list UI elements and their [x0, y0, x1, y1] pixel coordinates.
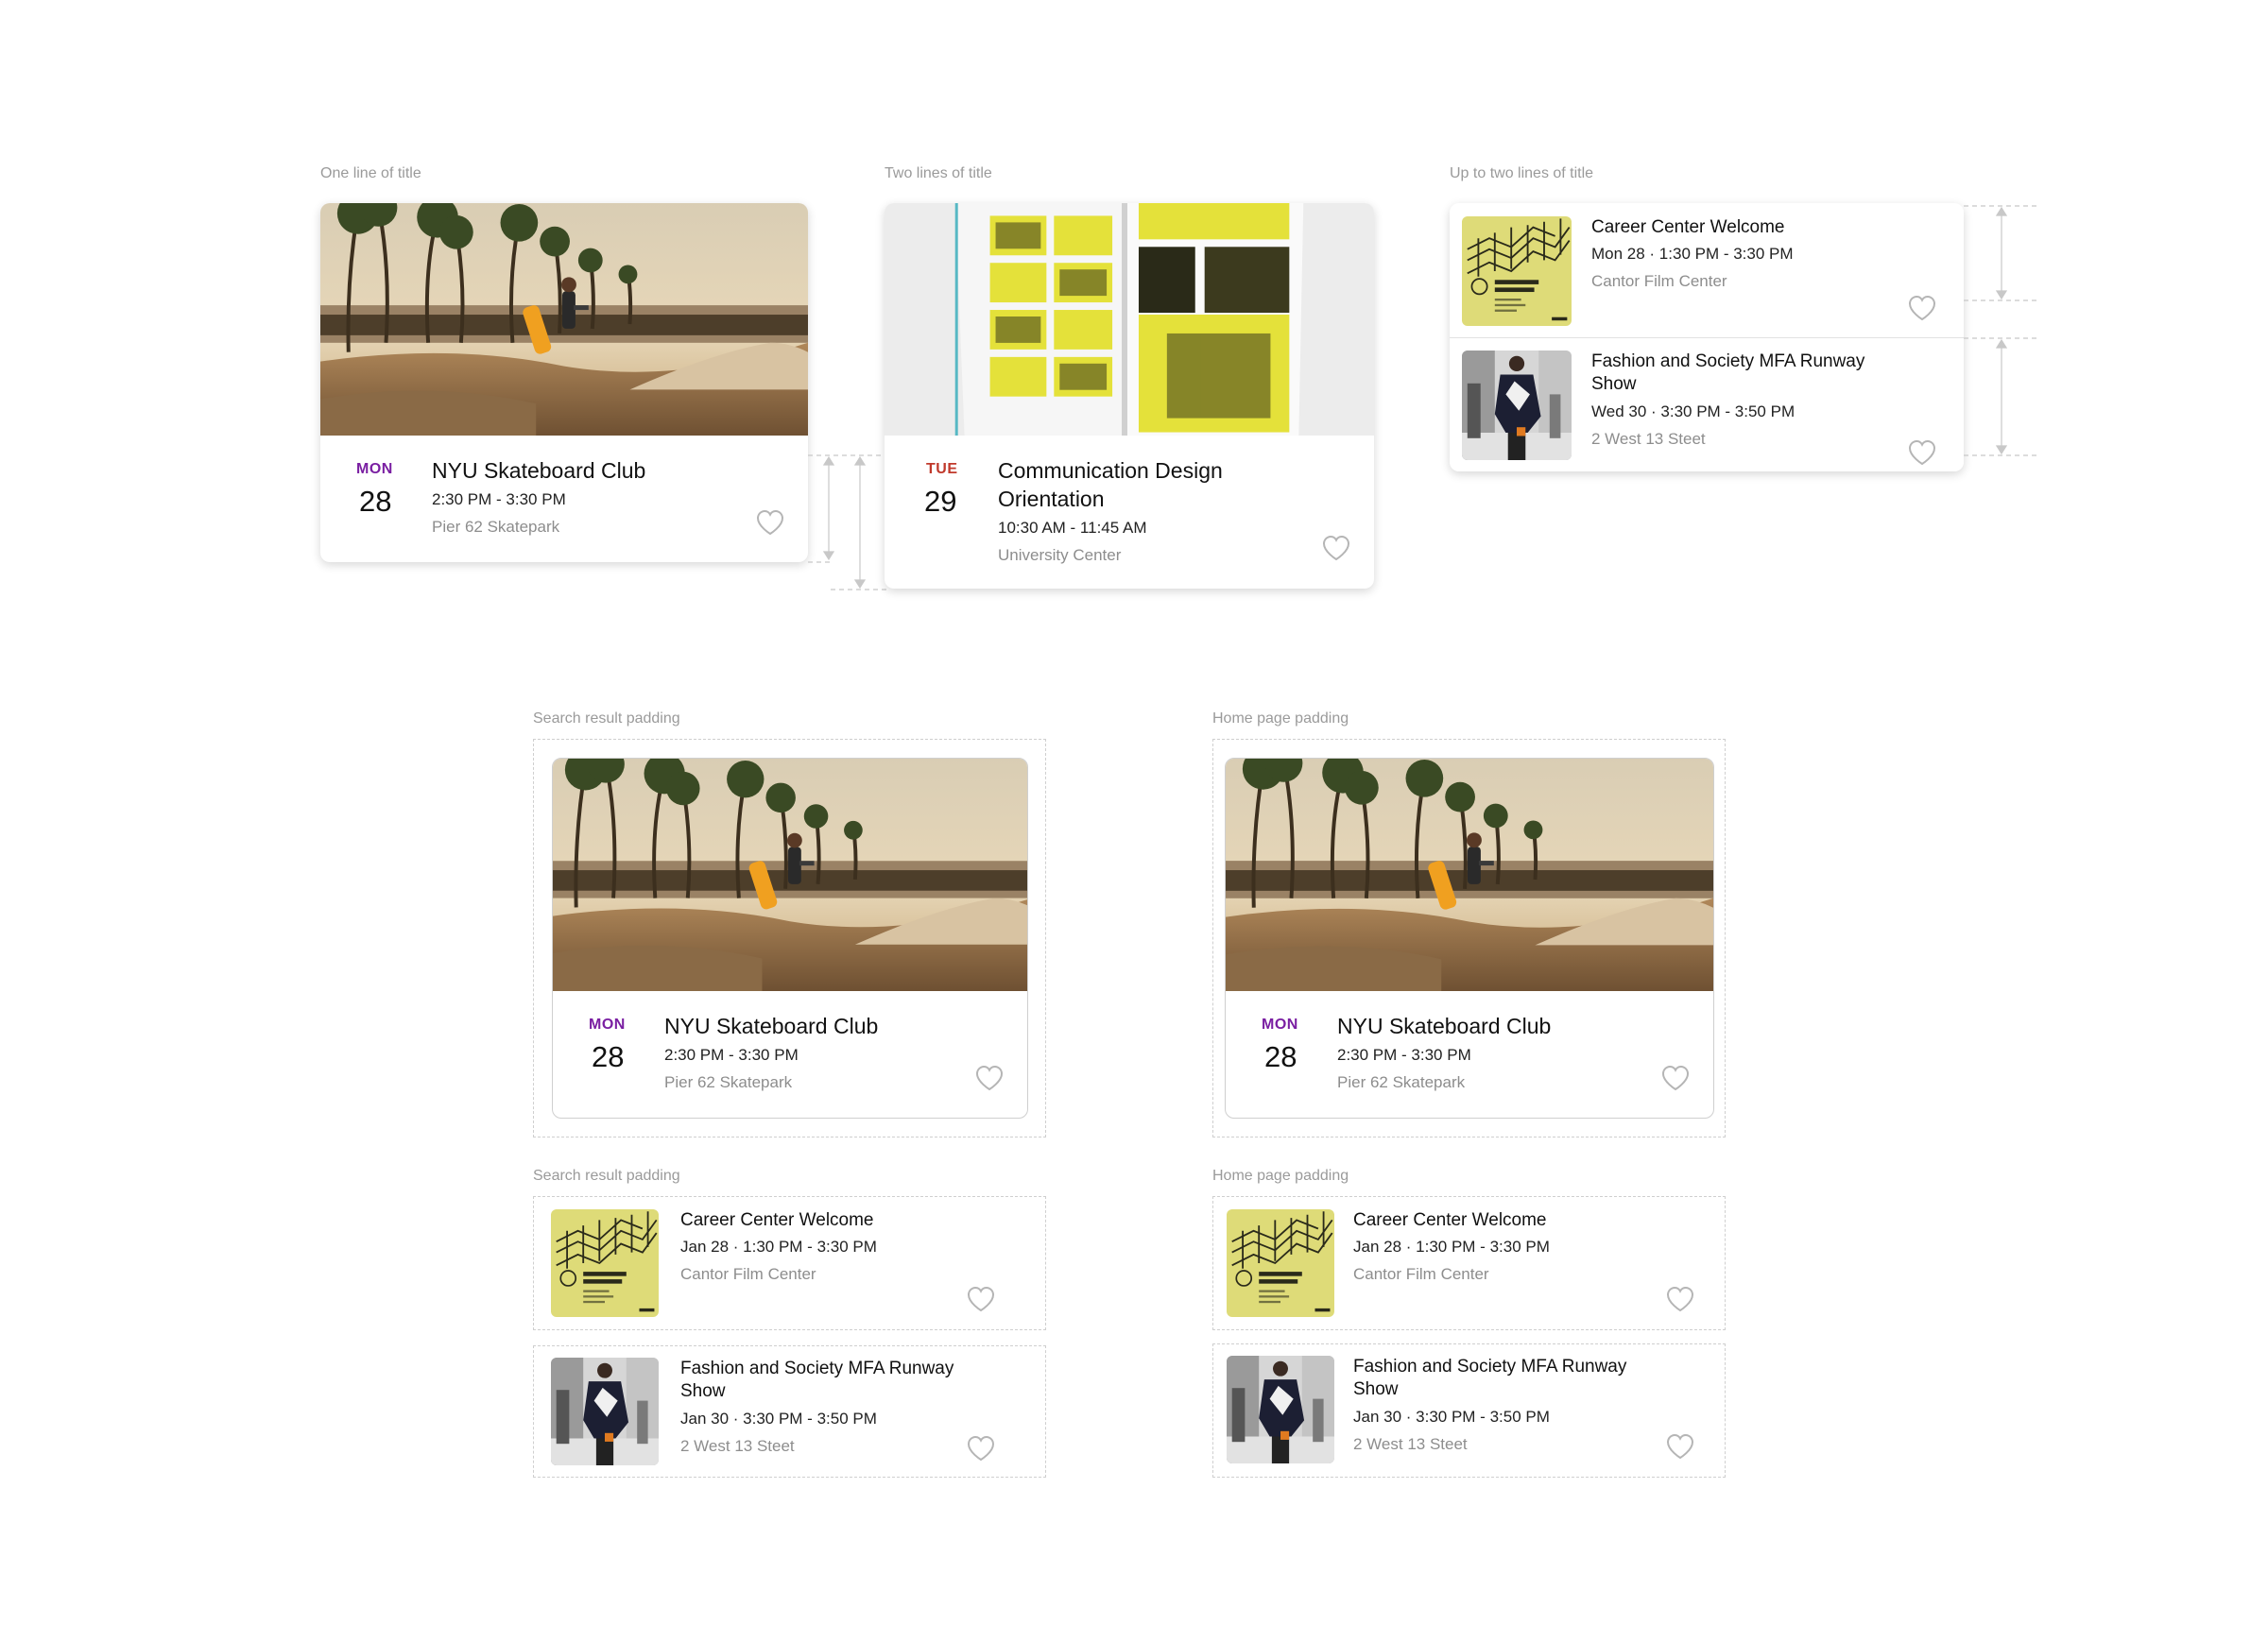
heart-icon[interactable] — [974, 1064, 1005, 1092]
heart-icon[interactable] — [966, 1434, 996, 1462]
event-title: Fashion and Society MFA Runway Show — [1353, 1357, 1627, 1399]
spacing-guide — [1964, 205, 2037, 456]
runway-model-photo — [551, 1358, 659, 1465]
list-item[interactable]: Career Center Welcome Jan 28 · 1:30 PM -… — [535, 1198, 1044, 1328]
heart-icon[interactable] — [1660, 1064, 1691, 1092]
event-date-time: Jan 30 · 3:30 PM - 3:50 PM — [1353, 1408, 1550, 1426]
caption-up-to-two-lines: Up to two lines of title — [1450, 165, 1594, 181]
list-item[interactable]: Career Center Welcome Mon 28 · 1:30 PM -… — [1450, 203, 1964, 337]
day-number: 28 — [1264, 1040, 1297, 1073]
event-title: NYU Skateboard Club — [432, 458, 646, 483]
caption-two-lines: Two lines of title — [885, 165, 992, 181]
event-location: University Center — [998, 546, 1122, 564]
event-title: Communication Design Orientation — [998, 458, 1223, 511]
day-of-week: MON — [589, 1017, 626, 1033]
event-card-skateboard[interactable]: MON 28 NYU Skateboard Club 2:30 PM - 3:3… — [552, 758, 1028, 1119]
event-card-design[interactable]: TUE 29 Communication Design Orientation … — [885, 203, 1374, 589]
list-item[interactable]: Fashion and Society MFA Runway Show Wed … — [1450, 338, 1964, 471]
caption-search-padding: Search result padding — [533, 1168, 680, 1184]
caption-one-line: One line of title — [320, 165, 421, 181]
heart-icon[interactable] — [1907, 294, 1937, 322]
heart-icon[interactable] — [1321, 534, 1351, 562]
skatepark-photo — [553, 759, 1027, 991]
skatepark-photo — [320, 203, 808, 436]
list-item[interactable]: Fashion and Society MFA Runway Show Jan … — [535, 1347, 1044, 1476]
event-time: 2:30 PM - 3:30 PM — [432, 490, 566, 508]
social-impact-career-fair-poster — [1462, 216, 1572, 326]
event-location: 2 West 13 Steet — [1353, 1435, 1468, 1453]
runway-model-photo — [1462, 351, 1572, 460]
heart-icon[interactable] — [1907, 438, 1937, 467]
event-card-skateboard[interactable]: MON 28 NYU Skateboard Club 2:30 PM - 3:3… — [1225, 758, 1714, 1119]
runway-model-photo — [1227, 1356, 1334, 1463]
caption-home-padding: Home page padding — [1212, 1168, 1349, 1184]
event-time: 2:30 PM - 3:30 PM — [664, 1046, 799, 1064]
day-of-week: TUE — [926, 461, 958, 477]
event-location: Pier 62 Skatepark — [1337, 1073, 1466, 1091]
list-item[interactable]: Fashion and Society MFA Runway Show Jan … — [1214, 1345, 1724, 1476]
event-title: Career Center Welcome — [1591, 217, 1785, 237]
event-title: Fashion and Society MFA Runway Show — [680, 1359, 954, 1401]
heart-icon[interactable] — [1665, 1432, 1695, 1461]
event-time: 2:30 PM - 3:30 PM — [1337, 1046, 1471, 1064]
event-location: 2 West 13 Steet — [1591, 430, 1706, 448]
event-title: Fashion and Society MFA Runway Show — [1591, 351, 1865, 394]
event-title: Career Center Welcome — [680, 1210, 874, 1230]
list-item[interactable]: Career Center Welcome Jan 28 · 1:30 PM -… — [1214, 1198, 1724, 1328]
event-date-time: Mon 28 · 1:30 PM - 3:30 PM — [1591, 245, 1794, 263]
event-time: 10:30 AM - 11:45 AM — [998, 519, 1147, 537]
caption-home-padding: Home page padding — [1212, 710, 1349, 727]
caption-search-padding: Search result padding — [533, 710, 680, 727]
spacing-guide — [808, 454, 888, 590]
social-impact-career-fair-poster — [551, 1209, 659, 1317]
event-location: Cantor Film Center — [680, 1265, 816, 1283]
event-title: NYU Skateboard Club — [664, 1014, 879, 1038]
event-title: NYU Skateboard Club — [1337, 1014, 1552, 1038]
event-location: 2 West 13 Steet — [680, 1437, 795, 1455]
day-number: 28 — [592, 1040, 625, 1073]
heart-icon[interactable] — [1665, 1285, 1695, 1313]
skatepark-photo — [1226, 759, 1713, 991]
event-location: Pier 62 Skatepark — [432, 518, 560, 536]
day-of-week: MON — [356, 461, 393, 477]
event-list-card: Career Center Welcome Mon 28 · 1:30 PM -… — [1450, 203, 1964, 471]
day-number: 29 — [924, 485, 957, 518]
yellow-magazine-photo — [885, 203, 1374, 436]
event-title: Career Center Welcome — [1353, 1210, 1547, 1230]
social-impact-career-fair-poster — [1227, 1209, 1334, 1317]
day-number: 28 — [359, 485, 392, 518]
event-location: Pier 62 Skatepark — [664, 1073, 793, 1091]
day-of-week: MON — [1262, 1017, 1298, 1033]
event-date-time: Wed 30 · 3:30 PM - 3:50 PM — [1591, 402, 1796, 420]
event-date-time: Jan 28 · 1:30 PM - 3:30 PM — [1353, 1238, 1550, 1256]
event-date-time: Jan 30 · 3:30 PM - 3:50 PM — [680, 1410, 877, 1428]
event-card-skateboard[interactable]: MON 28 NYU Skateboard Club 2:30 PM - 3:3… — [320, 203, 808, 562]
heart-icon[interactable] — [755, 508, 785, 537]
heart-icon[interactable] — [966, 1285, 996, 1313]
event-location: Cantor Film Center — [1591, 272, 1727, 290]
event-location: Cantor Film Center — [1353, 1265, 1489, 1283]
event-date-time: Jan 28 · 1:30 PM - 3:30 PM — [680, 1238, 877, 1256]
